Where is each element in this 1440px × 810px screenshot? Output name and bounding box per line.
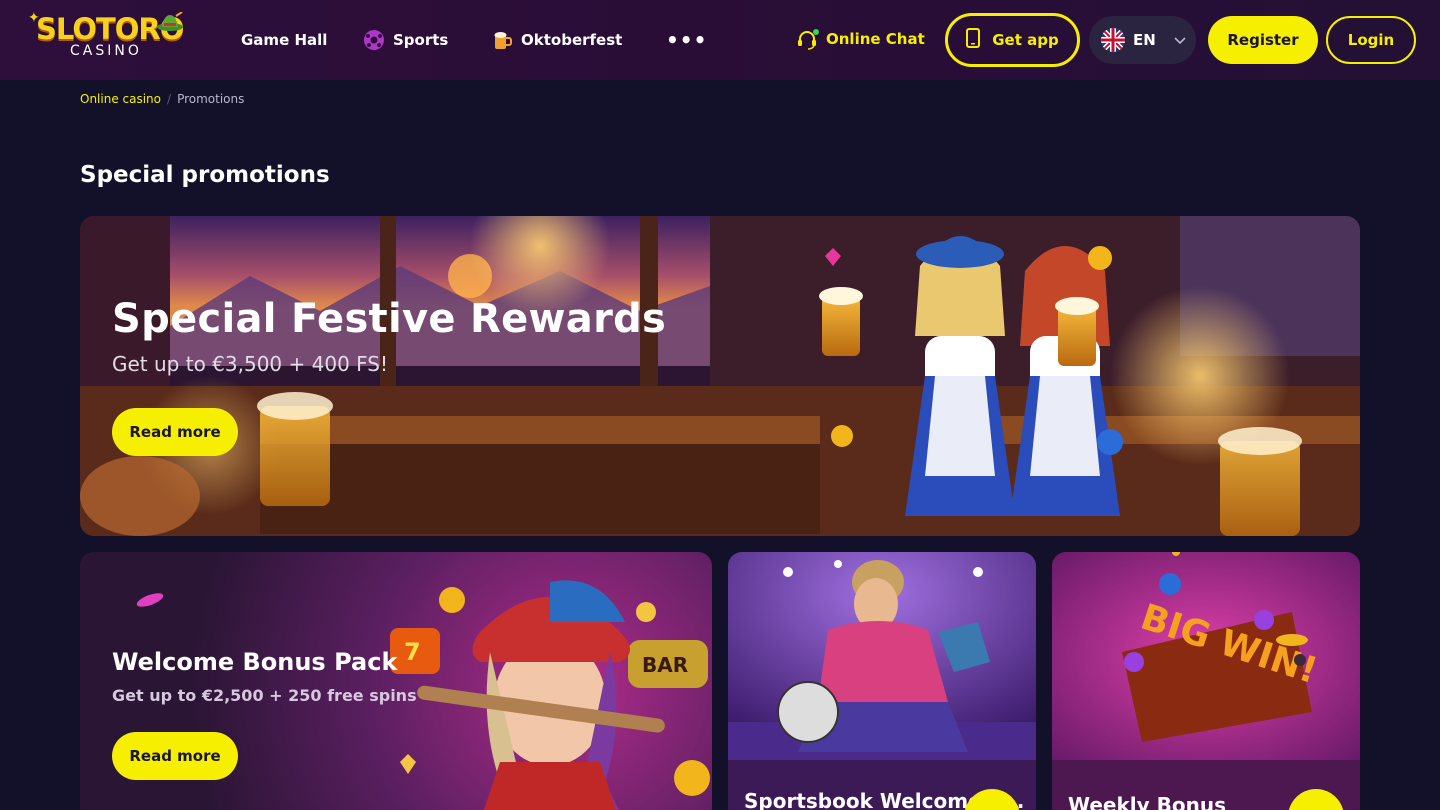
svg-text:BAR: BAR <box>642 653 688 677</box>
online-chat-button[interactable]: Online Chat <box>796 28 925 50</box>
slotoro-logo[interactable]: ✦ SLOTORO CASINO <box>28 10 186 62</box>
hero-banner[interactable]: Special Festive Rewards Get up to €3,500… <box>80 216 1360 536</box>
breadcrumb: Online casino / Promotions <box>80 92 244 106</box>
language-code: EN <box>1133 31 1156 49</box>
hero-read-more-button[interactable]: Read more <box>112 408 238 456</box>
soccer-ball-icon <box>363 29 385 51</box>
big-win-image: BIG WIN! <box>1052 552 1360 760</box>
uk-flag-icon <box>1101 28 1125 52</box>
more-menu-button[interactable]: ••• <box>666 28 707 52</box>
page-title: Special promotions <box>80 162 330 188</box>
welcome-bonus-card[interactable]: 7 BAR Welcome Bonus Pack Get up to €2,50… <box>80 552 712 810</box>
chevron-down-icon <box>1174 31 1186 49</box>
nav-oktoberfest-label: Oktoberfest <box>521 31 623 49</box>
register-button[interactable]: Register <box>1208 16 1318 64</box>
weekly-bonus-arrow-button[interactable]: → <box>1288 789 1344 810</box>
tyrolean-hat-icon <box>157 12 183 31</box>
mobile-phone-icon <box>966 28 981 52</box>
nav-game-hall-label: Game Hall <box>241 31 328 49</box>
weekly-caption: Weekly Bonus → <box>1052 760 1360 810</box>
online-chat-label: Online Chat <box>826 30 925 48</box>
weekly-bonus-card[interactable]: BIG WIN! Weekly Bonus → <box>1052 552 1360 810</box>
get-app-label: Get app <box>992 31 1059 49</box>
language-selector[interactable]: EN <box>1089 16 1196 64</box>
logo-subtitle: CASINO <box>70 43 142 59</box>
welcome-title: Welcome Bonus Pack <box>112 648 398 676</box>
headset-icon <box>796 28 819 50</box>
arrow-right-icon: → <box>1308 805 1325 810</box>
goalkeeper-image <box>728 552 1036 760</box>
beer-mug-icon <box>491 29 513 51</box>
site-header: ✦ SLOTORO CASINO Game Hall Sports Oktobe… <box>0 0 1440 80</box>
sportsbook-card[interactable]: Sportsbook Welcome B… → <box>728 552 1036 810</box>
welcome-subtitle: Get up to €2,500 + 250 free spins <box>112 686 417 705</box>
nav-sports[interactable]: Sports <box>363 28 448 52</box>
weekly-bonus-title: Weekly Bonus <box>1068 793 1226 810</box>
breadcrumb-home-link[interactable]: Online casino <box>80 92 161 106</box>
get-app-button[interactable]: Get app <box>945 13 1080 67</box>
sportsbook-caption: Sportsbook Welcome B… → <box>728 760 1036 810</box>
svg-text:7: 7 <box>404 638 421 666</box>
breadcrumb-current: Promotions <box>177 92 245 106</box>
hero-subtitle: Get up to €3,500 + 400 FS! <box>112 352 389 376</box>
nav-sports-label: Sports <box>393 31 449 49</box>
nav-game-hall[interactable]: Game Hall <box>241 28 327 52</box>
arrow-right-icon: → <box>984 805 1001 810</box>
nav-oktoberfest[interactable]: Oktoberfest <box>491 28 622 52</box>
breadcrumb-separator: / <box>167 92 172 106</box>
welcome-read-more-button[interactable]: Read more <box>112 732 238 780</box>
login-button[interactable]: Login <box>1326 16 1416 64</box>
oktoberfest-tavern-image <box>80 216 1360 536</box>
hero-title: Special Festive Rewards <box>112 296 667 342</box>
